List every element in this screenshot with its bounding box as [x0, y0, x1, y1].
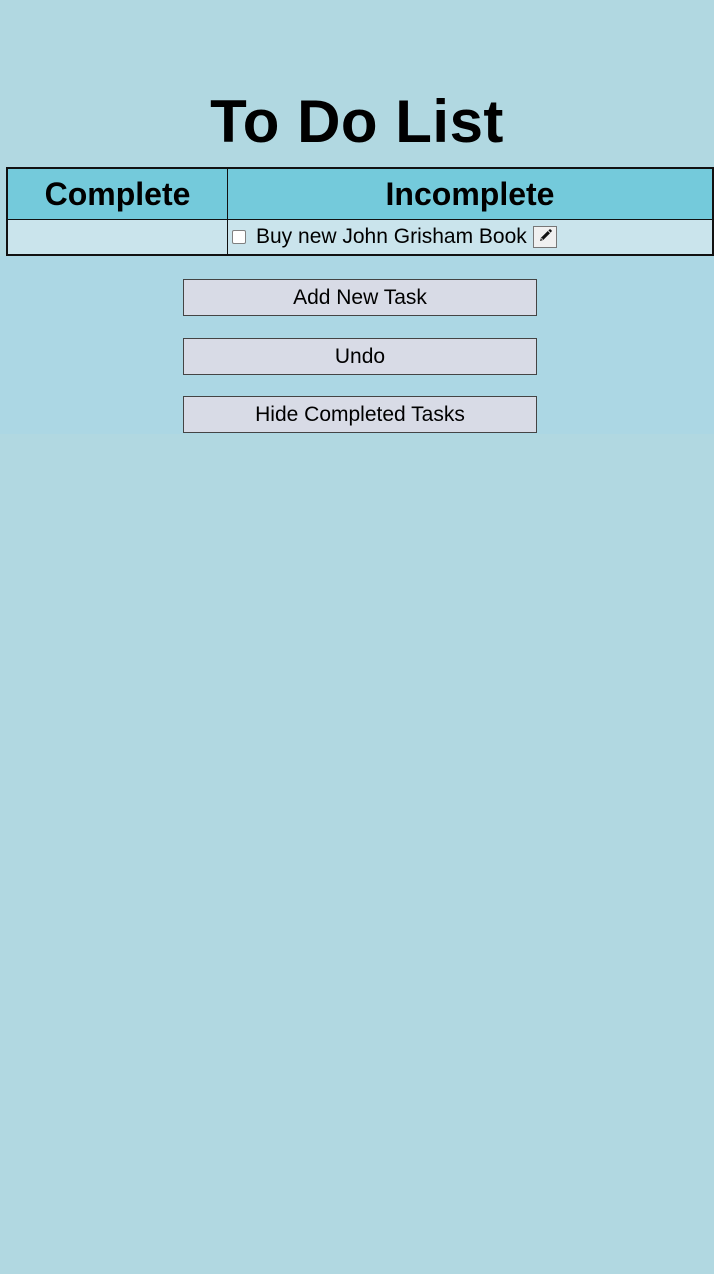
task-table-header-row: Complete Incomplete — [6, 167, 714, 220]
page-title: To Do List — [210, 88, 504, 156]
complete-tasks-cell — [6, 219, 228, 256]
incomplete-column-header: Incomplete — [227, 167, 714, 220]
hide-completed-tasks-button[interactable]: Hide Completed Tasks — [183, 396, 537, 433]
task-item: Buy new John Grisham Book — [228, 220, 712, 254]
edit-task-button[interactable] — [532, 226, 557, 248]
complete-column-header: Complete — [6, 167, 228, 220]
table-row: Buy new John Grisham Book — [6, 219, 714, 256]
add-new-task-button[interactable]: Add New Task — [183, 279, 537, 316]
incomplete-tasks-cell: Buy new John Grisham Book — [227, 219, 714, 256]
undo-button[interactable]: Undo — [183, 338, 537, 375]
pencil-icon — [537, 228, 553, 247]
task-label: Buy new John Grisham Book — [256, 225, 527, 248]
task-table: Complete Incomplete Buy new John Grisham… — [6, 167, 714, 256]
task-checkbox[interactable] — [232, 230, 246, 244]
